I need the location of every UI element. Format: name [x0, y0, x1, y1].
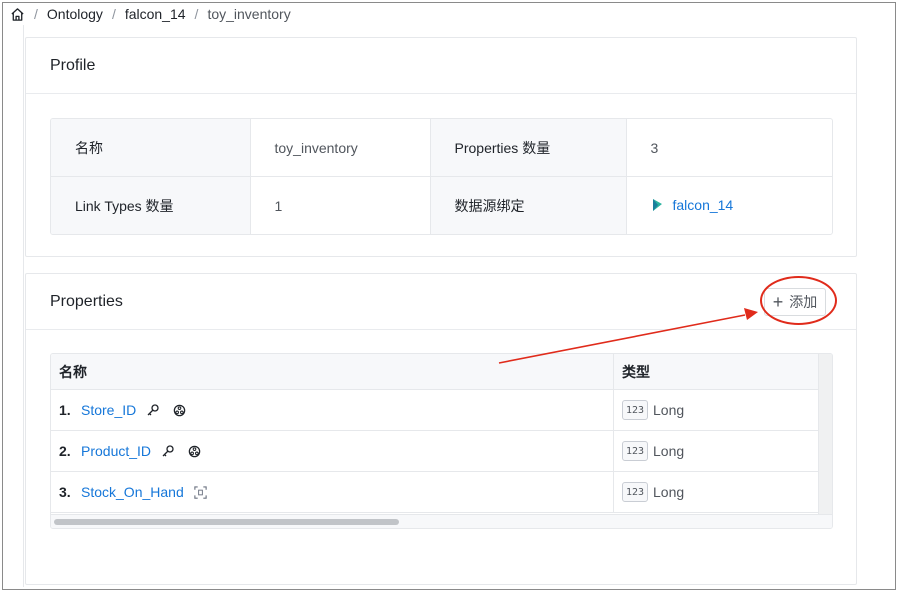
breadcrumb-current: toy_inventory: [207, 6, 291, 22]
home-icon[interactable]: [9, 6, 25, 22]
table-header: 名称 类型: [51, 354, 819, 390]
property-link[interactable]: Product_ID: [81, 443, 151, 459]
column-header-type[interactable]: 类型: [614, 354, 819, 389]
profile-label-link-types: Link Types 数量: [51, 176, 251, 234]
content-divider: [23, 25, 24, 587]
profile-title: Profile: [26, 38, 856, 94]
table-row: 1. Store_ID 123 Long: [51, 390, 819, 431]
property-type-cell: 123 Long: [614, 472, 819, 512]
vertical-scrollbar[interactable]: [818, 354, 832, 528]
properties-card: Properties + 添加 名称 类型 1. Store_ID 123 Lo…: [25, 273, 857, 585]
profile-value-datasource-cell: falcon_14: [626, 177, 832, 235]
datasource-link[interactable]: falcon_14: [651, 196, 734, 213]
breadcrumb-ontology[interactable]: Ontology: [47, 6, 103, 22]
profile-label-datasource: 数据源绑定: [430, 176, 627, 234]
key-icon: [159, 442, 177, 460]
property-link[interactable]: Store_ID: [81, 402, 136, 418]
breadcrumb-separator: /: [194, 6, 199, 22]
add-property-button[interactable]: + 添加: [764, 288, 826, 316]
properties-header: Properties + 添加: [26, 274, 856, 330]
row-index: 1.: [59, 402, 71, 418]
profile-row: Link Types 数量 1 数据源绑定 falcon_14: [51, 176, 832, 235]
property-link[interactable]: Stock_On_Hand: [81, 484, 184, 500]
profile-card: Profile 名称 toy_inventory Properties 数量 3…: [25, 37, 857, 257]
shared-property-icon: [185, 442, 203, 460]
plus-icon: +: [772, 292, 784, 312]
table-row: 2. Product_ID 123 Long: [51, 431, 819, 472]
breadcrumb-separator: /: [34, 6, 38, 22]
shared-property-icon: [170, 401, 188, 419]
column-header-name[interactable]: 名称: [51, 354, 614, 389]
properties-title: Properties: [50, 292, 123, 310]
page-frame: / Ontology / falcon_14 / toy_inventory P…: [2, 2, 896, 590]
breadcrumb-falcon[interactable]: falcon_14: [125, 6, 186, 22]
property-name-cell: 1. Store_ID: [51, 390, 614, 430]
property-type-cell: 123 Long: [614, 431, 819, 471]
properties-table: 名称 类型 1. Store_ID 123 Long 2. Product_ID…: [50, 353, 833, 529]
profile-value-name: toy_inventory: [250, 119, 431, 177]
type-label: Long: [653, 484, 685, 500]
type-badge: 123: [622, 482, 648, 502]
row-index: 2.: [59, 443, 71, 459]
property-name-cell: 3. Stock_On_Hand: [51, 472, 614, 512]
profile-label-name: 名称: [51, 119, 251, 177]
type-badge: 123: [622, 441, 648, 461]
add-property-label: 添加: [789, 294, 818, 310]
row-index: 3.: [59, 484, 71, 500]
profile-table: 名称 toy_inventory Properties 数量 3 Link Ty…: [50, 118, 833, 235]
scan-icon: [192, 483, 210, 501]
type-label: Long: [653, 402, 685, 418]
breadcrumb: / Ontology / falcon_14 / toy_inventory: [9, 4, 291, 24]
horizontal-scrollbar[interactable]: [51, 514, 832, 528]
type-label: Long: [653, 443, 685, 459]
profile-value-properties-count: 3: [626, 119, 832, 177]
horizontal-scrollbar-thumb[interactable]: [54, 519, 399, 525]
profile-label-properties-count: Properties 数量: [430, 119, 627, 177]
key-icon: [144, 401, 162, 419]
datasource-link-label: falcon_14: [672, 196, 734, 213]
breadcrumb-separator: /: [111, 6, 116, 22]
datasource-icon: [651, 198, 665, 212]
table-row: 3. Stock_On_Hand 123 Long: [51, 472, 819, 513]
property-name-cell: 2. Product_ID: [51, 431, 614, 471]
profile-value-link-types: 1: [250, 176, 431, 234]
property-type-cell: 123 Long: [614, 390, 819, 430]
profile-row: 名称 toy_inventory Properties 数量 3: [51, 119, 832, 177]
type-badge: 123: [622, 400, 648, 420]
